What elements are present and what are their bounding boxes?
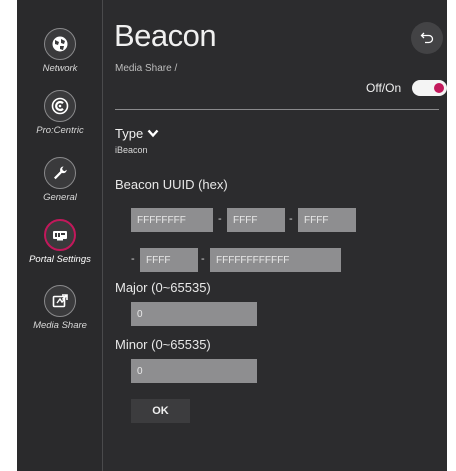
portal-settings-icon — [44, 219, 76, 251]
sidebar-item-network[interactable]: Network — [17, 28, 103, 74]
sidebar-item-general[interactable]: General — [17, 157, 103, 203]
back-button[interactable] — [411, 22, 443, 54]
uuid-segment-1-input[interactable]: FFFFFFFF — [131, 208, 213, 232]
uuid-segment-3-input[interactable]: FFFF — [298, 208, 356, 232]
major-label: Major (0~65535) — [115, 280, 211, 295]
main-panel: Beacon Media Share / Off/On Type iBeacon… — [104, 0, 447, 471]
sidebar-item-procentric[interactable]: Pro:Centric — [17, 90, 103, 136]
power-toggle-label: Off/On — [366, 81, 402, 95]
procentric-icon — [44, 90, 76, 122]
sidebar-item-label: Media Share — [33, 320, 87, 331]
page-title: Beacon — [114, 18, 217, 53]
sidebar-item-portal-settings[interactable]: Portal Settings — [17, 219, 103, 265]
type-value: iBeacon — [115, 145, 148, 155]
uuid-separator: - — [218, 213, 222, 225]
back-icon — [420, 32, 434, 44]
sidebar: Network Pro:Centric General Portal Setti… — [17, 0, 103, 471]
wrench-icon — [44, 157, 76, 189]
uuid-segment-2-input[interactable]: FFFF — [227, 208, 285, 232]
sidebar-item-label: General — [43, 192, 77, 203]
chevron-down-icon — [147, 129, 159, 138]
sidebar-item-label: Portal Settings — [29, 254, 91, 265]
sidebar-item-label: Network — [42, 63, 78, 74]
uuid-separator: - — [289, 213, 293, 225]
minor-input[interactable]: 0 — [131, 359, 257, 383]
sidebar-item-label: Pro:Centric — [36, 125, 84, 136]
power-toggle[interactable] — [412, 80, 447, 96]
minor-label: Minor (0~65535) — [115, 337, 211, 352]
ok-button[interactable]: OK — [131, 399, 190, 423]
toggle-knob — [434, 83, 444, 93]
uuid-separator: - — [201, 253, 205, 265]
uuid-segment-4-input[interactable]: FFFF — [140, 248, 198, 272]
sidebar-item-media-share[interactable]: Media Share — [17, 285, 103, 331]
settings-window: Network Pro:Centric General Portal Setti… — [17, 0, 447, 471]
major-input[interactable]: 0 — [131, 302, 257, 326]
type-label: Type — [115, 126, 144, 141]
breadcrumb: Media Share / — [115, 63, 178, 74]
type-dropdown[interactable]: Type — [115, 126, 159, 141]
media-share-icon — [44, 285, 76, 317]
globe-icon — [44, 28, 76, 60]
uuid-segment-5-input[interactable]: FFFFFFFFFFFF — [210, 248, 341, 272]
uuid-separator: - — [131, 253, 135, 265]
divider — [115, 109, 439, 110]
uuid-label: Beacon UUID (hex) — [115, 177, 228, 192]
